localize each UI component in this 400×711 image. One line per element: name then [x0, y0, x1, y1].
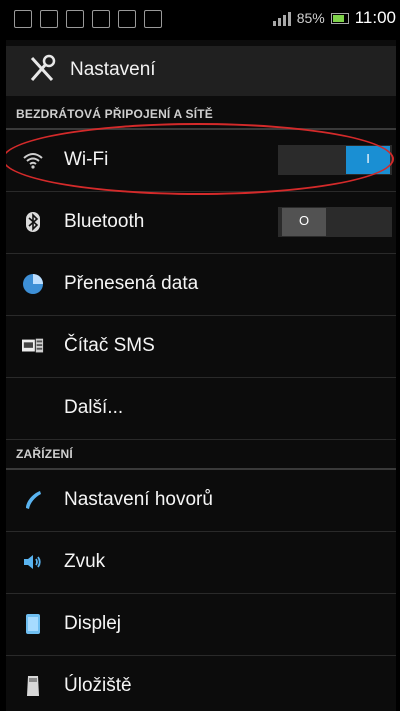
setting-item-sms-counter[interactable]: Čítač SMS — [6, 316, 396, 378]
page-title: Nastavení — [70, 59, 156, 80]
section-header-device: ZAŘÍZENÍ — [6, 440, 396, 470]
data-usage-label: Přenesená data — [64, 273, 199, 294]
notification-icons — [14, 10, 162, 28]
battery-percent: 85% — [296, 10, 325, 26]
sms-counter-label: Čítač SMS — [64, 335, 155, 356]
signal-icon — [272, 10, 291, 26]
display-icon — [26, 614, 40, 634]
bluetooth-toggle-knob: O — [282, 208, 326, 236]
setting-item-bluetooth[interactable]: Bluetooth O — [6, 192, 396, 254]
phone-screen: 85% 11:00 Nastavení BEZDRÁTOVÁ PŘIPOJENÍ… — [6, 0, 396, 711]
display-label: Displej — [64, 613, 122, 634]
mail-icon — [40, 10, 58, 28]
status-right: 85% 11:00 — [272, 8, 396, 28]
setting-item-more[interactable]: Další... — [6, 378, 396, 440]
call-settings-label: Nastavení hovorů — [64, 489, 213, 510]
missed-call-icon — [92, 10, 110, 28]
section-title-device: ZAŘÍZENÍ — [16, 447, 73, 461]
storage-icon — [27, 676, 39, 696]
speaker-icon — [24, 555, 41, 569]
data-usage-icon — [23, 274, 43, 294]
image-icon — [14, 10, 32, 28]
settings-tools-icon — [30, 54, 56, 82]
unknown-sim-icon — [118, 10, 136, 28]
clock: 11:00 — [354, 8, 396, 27]
wifi-label: Wi-Fi — [64, 149, 109, 170]
wifi-toggle-knob: I — [346, 146, 390, 174]
setting-item-wifi[interactable]: Wi-Fi I — [6, 130, 396, 192]
sound-label: Zvuk — [64, 551, 106, 572]
setting-item-storage[interactable]: Úložiště — [6, 656, 396, 711]
setting-item-data-usage[interactable]: Přenesená data — [6, 254, 396, 316]
wifi-icon — [23, 153, 43, 169]
wifi-toggle-text: I — [366, 151, 370, 166]
email-icon — [66, 10, 84, 28]
bluetooth-toggle[interactable]: O — [278, 207, 392, 237]
phone-icon — [26, 491, 41, 509]
wifi-toggle[interactable]: I — [278, 145, 392, 175]
bluetooth-toggle-text: O — [298, 213, 310, 228]
storage-label: Úložiště — [64, 675, 132, 696]
action-bar: Nastavení — [6, 46, 396, 96]
section-header-wireless: BEZDRÁTOVÁ PŘIPOJENÍ A SÍTĚ — [6, 100, 396, 130]
bluetooth-icon — [26, 212, 40, 232]
more-label: Další... — [64, 397, 124, 418]
bluetooth-label: Bluetooth — [64, 211, 145, 232]
sms-counter-icon — [22, 338, 44, 353]
battery-icon — [330, 12, 349, 24]
alarm-icon — [144, 10, 162, 28]
setting-item-call-settings[interactable]: Nastavení hovorů — [6, 470, 396, 532]
status-bar: 85% 11:00 — [6, 0, 396, 40]
setting-item-sound[interactable]: Zvuk — [6, 532, 396, 594]
setting-item-display[interactable]: Displej — [6, 594, 396, 656]
section-title-wireless: BEZDRÁTOVÁ PŘIPOJENÍ A SÍTĚ — [16, 107, 213, 121]
